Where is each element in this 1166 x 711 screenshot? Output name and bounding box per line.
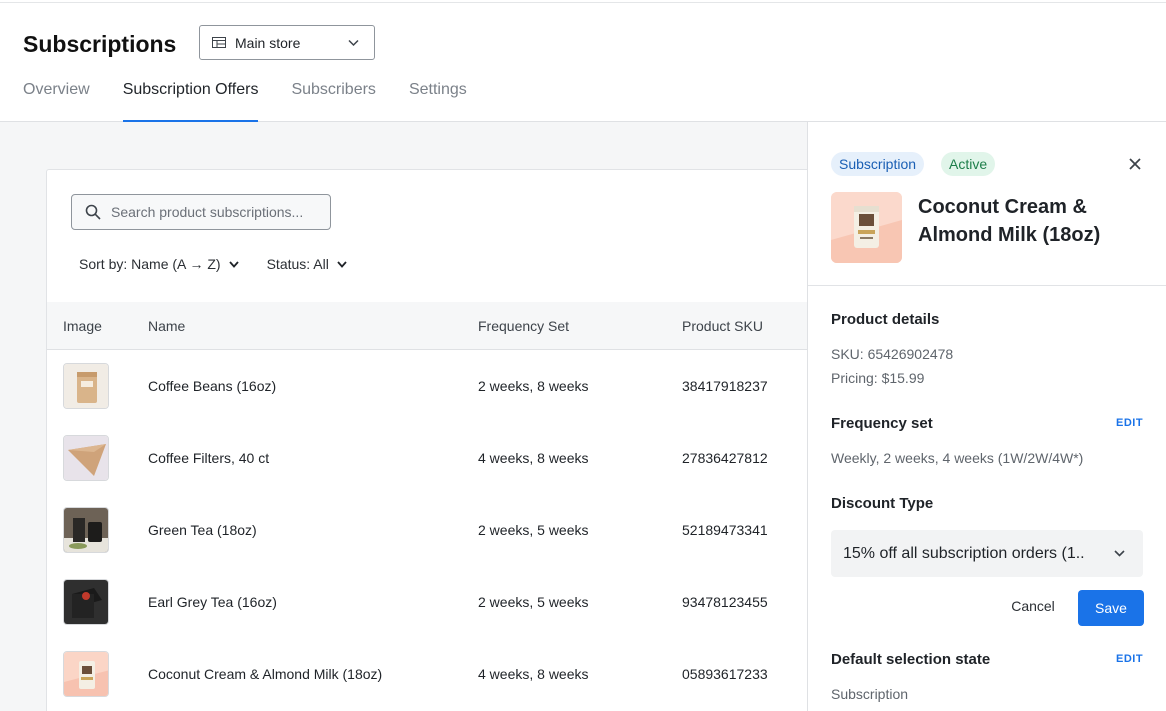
chevron-down-icon <box>1114 550 1125 557</box>
divider <box>808 285 1166 286</box>
table-row[interactable]: Earl Grey Tea (16oz) 2 weeks, 5 weeks 93… <box>47 566 827 638</box>
coffee-filters-image <box>64 436 108 480</box>
subscriptions-table: Image Name Frequency Set Product SKU Cof… <box>47 302 827 710</box>
chevron-down-icon <box>348 39 359 47</box>
search-icon <box>85 204 101 220</box>
page-title: Subscriptions <box>23 31 177 57</box>
table-row[interactable]: Coconut Cream & Almond Milk (18oz) 4 wee… <box>47 638 827 710</box>
main-content: Sort by: Name (A → Z) Status: All Image … <box>0 122 827 711</box>
edit-frequency-link[interactable]: EDIT <box>1116 417 1143 429</box>
row-frequency: 4 weeks, 8 weeks <box>478 450 589 466</box>
row-frequency: 2 weeks, 5 weeks <box>478 522 589 538</box>
row-name: Coffee Beans (16oz) <box>148 378 277 394</box>
product-title: Coconut Cream & Almond Milk (18oz) <box>918 196 1101 246</box>
row-sku: 27836427812 <box>682 450 768 466</box>
row-name: Earl Grey Tea (16oz) <box>148 594 277 610</box>
product-thumbnail <box>63 651 109 697</box>
earl-grey-image <box>64 580 108 624</box>
coconut-cream-image <box>64 652 108 696</box>
default-selection-value: Subscription <box>831 686 909 702</box>
store-select-value: Main store <box>235 34 301 51</box>
filter-bar: Sort by: Name (A → Z) Status: All <box>79 256 375 272</box>
discount-type-select[interactable]: 15% off all subscription orders (1.. <box>831 530 1143 577</box>
product-pricing: Pricing: $15.99 <box>831 370 925 386</box>
tab-subscribers[interactable]: Subscribers <box>291 71 375 122</box>
row-sku: 93478123455 <box>682 594 768 610</box>
product-thumbnail <box>63 363 109 409</box>
tab-bar: Overview Subscription Offers Subscribers… <box>23 71 500 123</box>
row-frequency: 2 weeks, 8 weeks <box>478 378 589 394</box>
detail-panel: Subscription Active Coconut Cream & Almo… <box>807 122 1166 711</box>
column-header-name[interactable]: Name <box>148 318 185 334</box>
search-box[interactable] <box>71 194 331 230</box>
status-badge: Active <box>941 152 996 176</box>
product-details-heading: Product details <box>831 311 940 328</box>
tab-settings[interactable]: Settings <box>409 71 467 122</box>
row-frequency: 4 weeks, 8 weeks <box>478 666 589 682</box>
type-badge: Subscription <box>831 152 925 176</box>
row-frequency: 2 weeks, 5 weeks <box>478 594 589 610</box>
table-row[interactable]: Coffee Beans (16oz) 2 weeks, 8 weeks 384… <box>47 350 827 422</box>
coffee-bag-image <box>64 364 108 408</box>
page-header: Subscriptions Main store Overview Subscr… <box>0 3 1166 123</box>
discount-type-value: 15% off all subscription orders (1.. <box>843 544 1085 562</box>
green-tea-image <box>64 508 108 552</box>
product-thumbnail <box>63 435 109 481</box>
frequency-heading: Frequency set <box>831 415 933 432</box>
table-row[interactable]: Coffee Filters, 40 ct 4 weeks, 8 weeks 2… <box>47 422 827 494</box>
row-sku: 52189473341 <box>682 522 768 538</box>
subscriptions-card: Sort by: Name (A → Z) Status: All Image … <box>46 169 827 711</box>
save-button[interactable]: Save <box>1078 590 1144 626</box>
tab-subscription-offers[interactable]: Subscription Offers <box>122 71 258 123</box>
row-sku: 05893617233 <box>682 666 768 682</box>
product-sku: SKU: 65426902478 <box>831 346 954 362</box>
discount-heading: Discount Type <box>831 495 934 512</box>
row-name: Coconut Cream & Almond Milk (18oz) <box>148 666 383 682</box>
product-image <box>831 192 902 263</box>
row-name: Green Tea (18oz) <box>148 522 257 538</box>
row-sku: 38417918237 <box>682 378 768 394</box>
status-label: Status: All <box>266 256 329 272</box>
search-input[interactable] <box>111 204 321 220</box>
coconut-cream-image <box>831 192 902 263</box>
default-selection-heading: Default selection state <box>831 651 991 668</box>
chevron-down-icon <box>228 260 239 268</box>
cancel-button[interactable]: Cancel <box>1008 598 1058 618</box>
storefront-icon <box>212 37 226 48</box>
chevron-down-icon <box>337 260 347 268</box>
close-icon[interactable] <box>1127 156 1143 172</box>
frequency-value: Weekly, 2 weeks, 4 weeks (1W/2W/4W*) <box>831 450 1084 466</box>
sort-dropdown[interactable]: Sort by: Name (A → Z) <box>79 256 239 272</box>
product-thumbnail <box>63 579 109 625</box>
column-header-sku[interactable]: Product SKU <box>682 318 763 334</box>
column-header-frequency[interactable]: Frequency Set <box>478 318 569 334</box>
table-row[interactable]: Green Tea (18oz) 2 weeks, 5 weeks 521894… <box>47 494 827 566</box>
status-dropdown[interactable]: Status: All <box>267 256 347 272</box>
row-name: Coffee Filters, 40 ct <box>148 450 270 466</box>
tab-overview[interactable]: Overview <box>23 71 90 122</box>
sort-label: Sort by: Name (A → Z) <box>79 256 221 272</box>
edit-default-selection-link[interactable]: EDIT <box>1116 653 1143 665</box>
store-select[interactable]: Main store <box>199 25 375 60</box>
table-header: Image Name Frequency Set Product SKU <box>47 302 827 350</box>
column-header-image[interactable]: Image <box>63 318 102 334</box>
product-thumbnail <box>63 507 109 553</box>
